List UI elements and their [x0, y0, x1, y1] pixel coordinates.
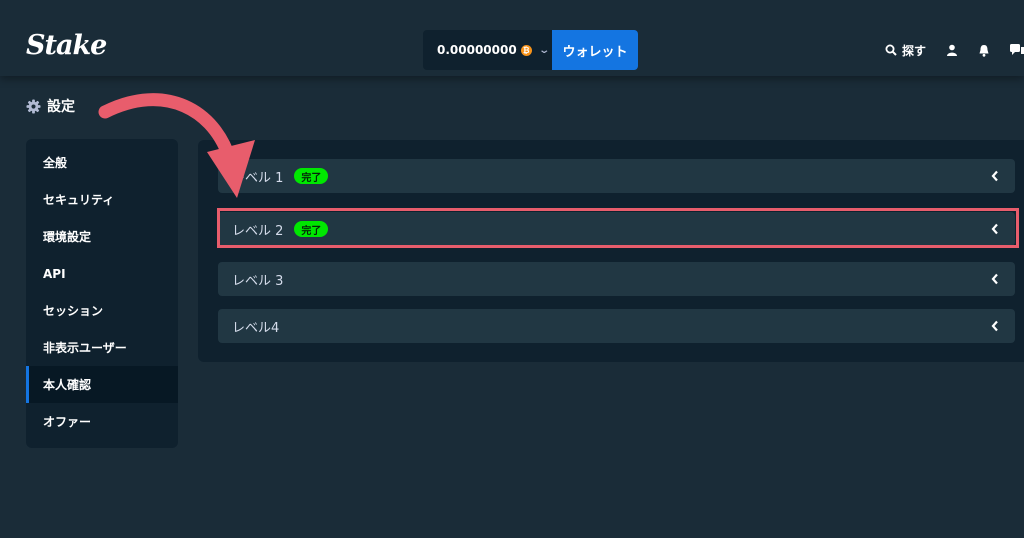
chevron-left-icon [991, 170, 998, 182]
sidebar-item-preferences[interactable]: 環境設定 [26, 218, 178, 255]
sidebar-item-offers[interactable]: オファー [26, 403, 178, 440]
status-badge: 完了 [294, 221, 329, 237]
chevron-left-icon [991, 273, 998, 285]
chevron-left-icon [991, 320, 998, 332]
level-1-row[interactable]: レベル 1 完了 [218, 159, 1015, 193]
sidebar-item-ignored-users[interactable]: 非表示ユーザー [26, 329, 178, 366]
level-4-row[interactable]: レベル4 [218, 309, 1015, 343]
chevron-left-icon [991, 223, 998, 235]
level-3-row[interactable]: レベル 3 [218, 262, 1015, 296]
top-bar: Stake 0.00000000 ₿ ⌄ ウォレット 探す [0, 0, 1024, 76]
sidebar-item-sessions[interactable]: セッション [26, 292, 178, 329]
annotation-arrow-icon [98, 93, 255, 198]
search-label: 探す [902, 43, 927, 58]
balance-value: 0.00000000 [437, 43, 517, 57]
search-button[interactable]: 探す [885, 42, 926, 59]
chat-icon[interactable] [1010, 43, 1024, 57]
verification-panel: レベル 1 完了 レベル 2 完了 レベル 3 レベル4 [198, 140, 1024, 362]
level-label: レベル 2 [232, 223, 284, 239]
bitcoin-icon: ₿ [520, 44, 532, 56]
user-icon[interactable] [946, 44, 958, 56]
balance-selector[interactable]: 0.00000000 ₿ ⌄ [423, 30, 552, 70]
bell-icon[interactable] [978, 44, 990, 57]
wallet-button[interactable]: ウォレット [552, 30, 638, 70]
sidebar-item-verification[interactable]: 本人確認 [26, 366, 178, 403]
stake-logo[interactable]: Stake [26, 30, 107, 61]
gear-icon [26, 98, 41, 114]
level-label: レベル 3 [232, 273, 284, 289]
header-actions: 探す [885, 40, 1024, 60]
level-2-row[interactable]: レベル 2 完了 [218, 212, 1015, 246]
page-title: 設定 [26, 96, 75, 116]
level-label: レベル4 [232, 320, 280, 336]
search-icon [885, 44, 897, 56]
wallet-group: 0.00000000 ₿ ⌄ ウォレット [423, 30, 638, 70]
sidebar-item-api[interactable]: API [26, 255, 178, 292]
status-badge: 完了 [294, 168, 329, 184]
settings-title-text: 設定 [47, 99, 75, 115]
chevron-down-icon: ⌄ [538, 44, 550, 56]
